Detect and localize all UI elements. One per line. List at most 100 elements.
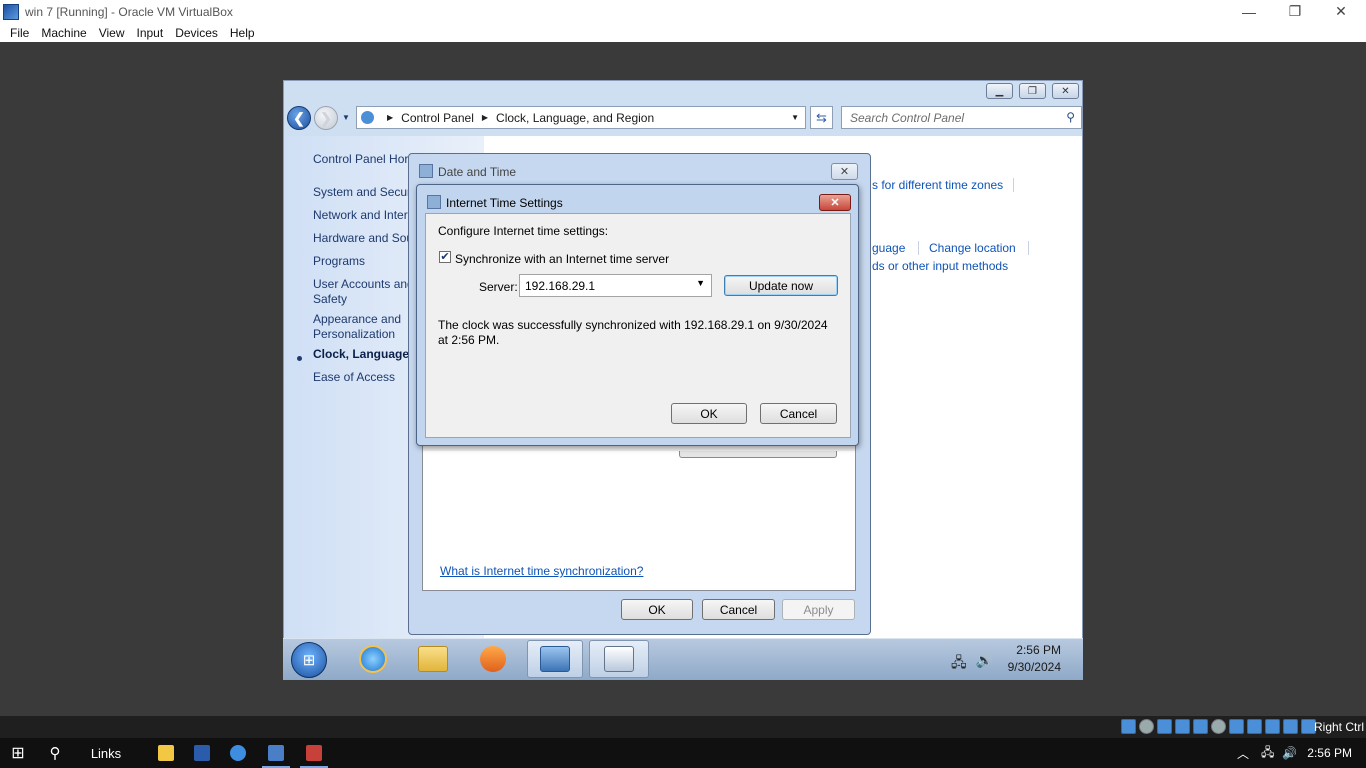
host-taskbar: ⊞ ⚲ Links ︿ 🖧 🔊 2:56 PM <box>0 738 1366 768</box>
chevron-down-icon[interactable]: ▼ <box>696 278 705 288</box>
search-icon[interactable]: ⚲ <box>36 738 74 768</box>
menu-input[interactable]: Input <box>131 26 170 40</box>
menu-machine[interactable]: Machine <box>35 26 92 40</box>
sidebar-item-programs[interactable]: Programs <box>313 254 365 269</box>
window-title: win 7 [Running] - Oracle VM VirtualBox <box>25 4 233 19</box>
change-settings-button-edge[interactable] <box>679 451 837 458</box>
host-time[interactable]: 2:56 PM <box>1307 746 1352 760</box>
usb-icon[interactable] <box>1193 719 1208 734</box>
cp-minimize-button[interactable]: ▁ <box>986 83 1013 99</box>
windows-start-icon[interactable]: ⊞ <box>291 642 327 678</box>
sidebar-item-appearance[interactable]: Appearance and <box>313 312 401 327</box>
vbox-status-bar: Right Ctrl <box>0 716 1366 738</box>
cp-maximize-button[interactable]: ❐ <box>1019 83 1046 99</box>
link-keyboards[interactable]: ds or other input methods <box>872 259 1008 273</box>
network-icon[interactable]: 🖧 <box>951 652 967 676</box>
network-icon[interactable] <box>1175 719 1190 734</box>
search-input[interactable]: Search Control Panel ⚲ <box>841 106 1082 129</box>
dt-ok-button[interactable]: OK <box>621 599 693 620</box>
network-icon[interactable]: 🖧 <box>1261 743 1274 764</box>
its-content: Configure Internet time settings: ✔ Sync… <box>425 213 851 438</box>
dt-apply-button[interactable]: Apply <box>782 599 855 620</box>
internet-time-help-link[interactable]: What is Internet time synchronization? <box>440 564 643 578</box>
guest-system-tray: 🖧 🔊 <box>951 652 993 676</box>
breadcrumb-clock-language-region[interactable]: Clock, Language, and Region <box>496 111 654 125</box>
sync-checkbox-label[interactable]: Synchronize with an Internet time server <box>455 252 669 266</box>
dt-close-button[interactable]: ✕ <box>831 163 858 180</box>
dt-cancel-button[interactable]: Cancel <box>702 599 775 620</box>
its-close-button[interactable]: ✕ <box>819 194 851 211</box>
sidebar-item-control-panel-home[interactable]: Control Panel Hor <box>313 152 408 167</box>
volume-icon[interactable]: 🔊 <box>1282 746 1297 760</box>
link-language[interactable]: guage <box>872 241 905 255</box>
display-icon[interactable] <box>1229 719 1244 734</box>
chevron-up-icon[interactable]: ︿ <box>1237 745 1249 762</box>
taskbar-internet-explorer[interactable] <box>345 640 401 678</box>
hard-disk-icon[interactable] <box>1121 719 1136 734</box>
word-taskbar[interactable] <box>184 738 220 768</box>
virtualbox-taskbar[interactable] <box>258 738 294 768</box>
link-separator <box>1013 178 1014 192</box>
menu-view[interactable]: View <box>93 26 131 40</box>
sidebar-item-hardware-sound[interactable]: Hardware and Sou <box>313 231 413 246</box>
sidebar-item-ease-of-access[interactable]: Ease of Access <box>313 370 395 385</box>
update-now-button[interactable]: Update now <box>724 275 838 296</box>
optical-drive-icon[interactable] <box>1139 719 1154 734</box>
virtualbox-vm-taskbar[interactable] <box>296 738 332 768</box>
menu-file[interactable]: File <box>4 26 35 40</box>
refresh-icon[interactable]: ⇆ <box>810 106 833 129</box>
its-ok-button[interactable]: OK <box>671 403 747 424</box>
mouse-integration-icon[interactable] <box>1283 719 1298 734</box>
windows-start-icon[interactable]: ⊞ <box>0 738 36 768</box>
host-system-tray: ︿ 🖧 🔊 2:56 PM <box>1237 738 1366 768</box>
taskbar-control-panel[interactable] <box>527 640 583 678</box>
search-icon[interactable]: ⚲ <box>1066 110 1075 124</box>
guest-time: 2:56 PM <box>1016 643 1061 657</box>
media-player-icon <box>480 646 506 672</box>
shared-folders-icon[interactable] <box>1211 719 1226 734</box>
taskbar-date-time[interactable] <box>589 640 649 678</box>
link-timezones[interactable]: s for different time zones <box>872 178 1003 192</box>
sidebar-item-system-security[interactable]: System and Securi <box>313 185 414 200</box>
link-separator <box>1028 241 1029 255</box>
cp-close-button[interactable]: ✕ <box>1052 83 1079 99</box>
sidebar-item-clock-language[interactable]: Clock, Language, a <box>313 347 422 362</box>
server-combobox[interactable]: 192.168.29.1 ▼ <box>519 274 712 297</box>
minimize-button[interactable]: — <box>1226 0 1272 23</box>
recording-icon[interactable] <box>1247 719 1262 734</box>
control-panel-titlebar: ▁ ❐ ✕ <box>284 81 1082 101</box>
sidebar-item-network-internet[interactable]: Network and Inter <box>313 208 408 223</box>
recent-pages-chevron-icon[interactable]: ▼ <box>342 113 350 122</box>
sync-checkbox[interactable]: ✔ <box>439 251 451 263</box>
taskbar-media-player[interactable] <box>465 640 521 678</box>
internet-time-icon <box>427 195 441 209</box>
its-cancel-button[interactable]: Cancel <box>760 403 837 424</box>
forward-arrow-icon[interactable]: ❯ <box>314 106 338 130</box>
guest-taskbar: ⊞ 🖧 🔊 2:56 PM 9/30/2024 <box>283 638 1083 680</box>
links-toolbar[interactable]: Links <box>80 738 132 768</box>
address-dropdown-icon[interactable]: ▼ <box>791 113 799 122</box>
settings-taskbar[interactable] <box>220 738 256 768</box>
file-explorer-taskbar[interactable] <box>148 738 184 768</box>
control-panel-icon <box>540 646 570 672</box>
cpu-icon[interactable] <box>1265 719 1280 734</box>
sync-status-message: The clock was successfully synchronized … <box>438 318 828 347</box>
sidebar-item-appearance-line2[interactable]: Personalization <box>313 327 395 342</box>
search-placeholder: Search Control Panel <box>850 111 965 125</box>
volume-icon[interactable]: 🔊 <box>976 652 993 676</box>
restore-button[interactable]: ❐ <box>1272 0 1318 23</box>
sidebar-item-user-accounts[interactable]: User Accounts and <box>313 277 414 292</box>
menu-devices[interactable]: Devices <box>169 26 224 40</box>
guest-screen[interactable]: ▁ ❐ ✕ ❮ ❯ ▼ ▶ Control Panel ▶ Clock, Lan… <box>283 80 1083 680</box>
link-change-location[interactable]: Change location <box>929 241 1016 255</box>
address-bar[interactable]: ▶ Control Panel ▶ Clock, Language, and R… <box>356 106 806 129</box>
back-arrow-icon[interactable]: ❮ <box>287 106 311 130</box>
sidebar-item-user-accounts-line2[interactable]: Safety <box>313 292 347 307</box>
breadcrumb-control-panel[interactable]: Control Panel <box>401 111 474 125</box>
its-heading: Configure Internet time settings: <box>438 224 609 238</box>
guest-clock[interactable]: 2:56 PM 9/30/2024 <box>1008 642 1061 676</box>
close-button[interactable]: ✕ <box>1318 0 1364 23</box>
audio-icon[interactable] <box>1157 719 1172 734</box>
taskbar-explorer[interactable] <box>405 640 461 678</box>
menu-help[interactable]: Help <box>224 26 261 40</box>
